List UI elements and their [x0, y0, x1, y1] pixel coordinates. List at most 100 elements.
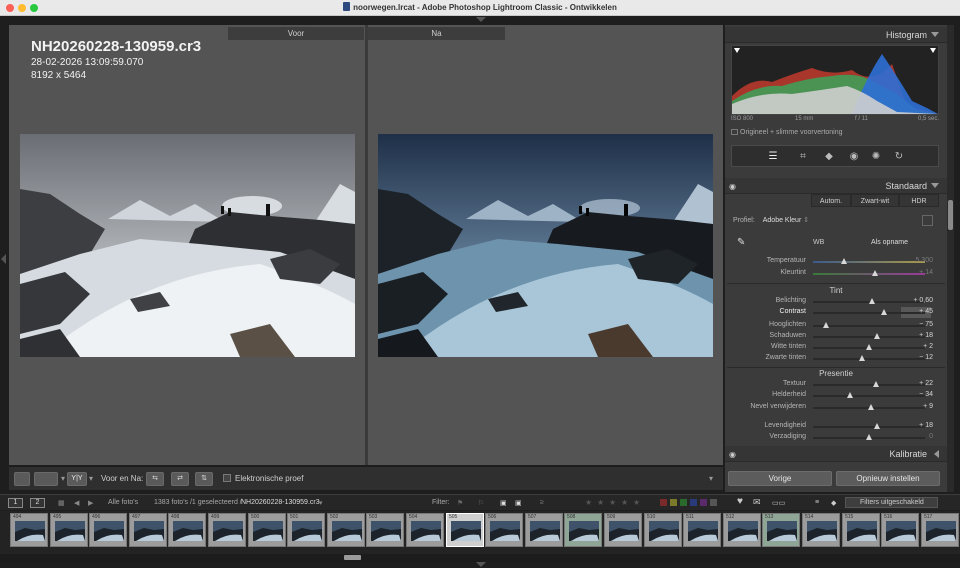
- filmstrip-thumbnail[interactable]: 507: [525, 513, 563, 547]
- filter-preset-select[interactable]: Filters uitgeschakeld: [845, 497, 938, 508]
- shadows-slider[interactable]: [813, 333, 925, 339]
- right-panel-scrollbar[interactable]: [947, 25, 954, 492]
- tint-knob[interactable]: [871, 270, 878, 276]
- filmstrip-thumbnail[interactable]: 500: [248, 513, 286, 547]
- filmstrip-scrollbar[interactable]: [0, 554, 960, 562]
- softproof-checkbox[interactable]: [223, 474, 231, 482]
- filmstrip-thumbnail[interactable]: 513: [762, 513, 800, 547]
- saturation-knob[interactable]: [866, 434, 872, 440]
- blacks-knob[interactable]: [859, 355, 866, 361]
- current-filename-label[interactable]: NH20260228-130959.cr3: [241, 499, 320, 506]
- comment-icon[interactable]: ✉: [753, 497, 761, 508]
- loupe-view-button[interactable]: [14, 472, 30, 486]
- rating-star-icon[interactable]: ★: [597, 498, 604, 507]
- rating-star-icon[interactable]: ★: [609, 498, 616, 507]
- source-label[interactable]: Alle foto's: [108, 499, 138, 506]
- blacks-value[interactable]: − 12: [919, 354, 933, 361]
- filmstrip-thumbnail[interactable]: 499: [208, 513, 246, 547]
- filmstrip-thumbnail[interactable]: 504: [406, 513, 444, 547]
- masking-icon[interactable]: ✺: [869, 150, 883, 164]
- grid-view-icon[interactable]: ▦: [58, 499, 65, 507]
- filmstrip-thumbnail[interactable]: 494: [10, 513, 48, 547]
- crop-icon[interactable]: ⌗: [796, 150, 810, 164]
- collapse-histogram-icon[interactable]: [931, 32, 939, 37]
- black-white-button[interactable]: Zwart-wit: [851, 194, 899, 207]
- filmstrip-thumbnail[interactable]: 498: [168, 513, 206, 547]
- filmstrip-thumbnail[interactable]: 509: [604, 513, 642, 547]
- swap-settings-button[interactable]: ⇅: [195, 472, 213, 486]
- auto-button[interactable]: Autom.: [811, 194, 851, 207]
- color-label-purple-icon[interactable]: [700, 499, 707, 506]
- filmstrip-thumbnail[interactable]: 497: [129, 513, 167, 547]
- second-screen-button[interactable]: 2: [30, 498, 45, 508]
- wb-select[interactable]: Als opname: [871, 239, 908, 246]
- filmstrip-thumbnail[interactable]: 503: [366, 513, 404, 547]
- highlights-value[interactable]: − 75: [919, 321, 933, 328]
- copy-after-to-before-button[interactable]: ⇄: [171, 472, 189, 486]
- previous-button[interactable]: Vorige: [728, 471, 832, 486]
- right-panel-scroll-thumb[interactable]: [948, 200, 953, 230]
- histogram-graph[interactable]: [731, 45, 939, 115]
- filmstrip-thumbnail[interactable]: 517: [921, 513, 959, 547]
- before-after-mode-chevron-icon[interactable]: ▾: [61, 474, 65, 483]
- tint-value[interactable]: + 14: [919, 269, 933, 276]
- profile-select[interactable]: Adobe Kleur: [763, 217, 802, 224]
- rating-operator-icon[interactable]: ≥: [540, 499, 544, 506]
- texture-value[interactable]: + 22: [919, 380, 933, 387]
- basic-visibility-eye-icon[interactable]: ◉: [729, 182, 736, 191]
- texture-slider[interactable]: [813, 381, 925, 387]
- vibrance-slider[interactable]: [813, 423, 925, 429]
- blacks-slider[interactable]: [813, 355, 925, 361]
- exposure-value[interactable]: + 0,60: [913, 297, 933, 304]
- contrast-knob[interactable]: [880, 309, 887, 315]
- dehaze-value[interactable]: + 9: [923, 403, 933, 410]
- texture-knob[interactable]: [872, 381, 879, 387]
- dehaze-slider[interactable]: [813, 404, 925, 410]
- stack-icon[interactable]: ≡: [815, 499, 819, 506]
- rating-star-icon[interactable]: ★: [621, 498, 628, 507]
- temperature-value[interactable]: 5.300: [915, 257, 933, 264]
- virtual-copy-filter-icon[interactable]: ▣: [500, 499, 507, 507]
- filmstrip-thumbnail[interactable]: 514: [802, 513, 840, 547]
- filmstrip-thumbnail[interactable]: 511: [683, 513, 721, 547]
- whites-value[interactable]: + 2: [923, 343, 933, 350]
- clarity-slider[interactable]: [813, 392, 925, 398]
- color-label-none-icon[interactable]: [710, 499, 717, 506]
- red-eye-icon[interactable]: ◉: [847, 150, 861, 164]
- edit-sliders-icon[interactable]: ☰: [766, 150, 780, 164]
- color-label-green-icon[interactable]: [680, 499, 687, 506]
- reset-button[interactable]: Opnieuw instellen: [836, 471, 940, 486]
- collapse-filmstrip-icon[interactable]: [476, 562, 486, 567]
- saturation-value[interactable]: 0: [929, 433, 933, 440]
- color-label-red-icon[interactable]: [660, 499, 667, 506]
- before-after-layout-button[interactable]: Y|Y: [67, 472, 87, 486]
- shadows-value[interactable]: + 18: [919, 332, 933, 339]
- before-photo[interactable]: [20, 134, 355, 357]
- presets-icon[interactable]: ↻: [892, 150, 906, 164]
- saturation-slider[interactable]: [813, 434, 925, 440]
- filmstrip-thumbnail[interactable]: 515: [842, 513, 880, 547]
- filmstrip-thumbnail[interactable]: 505: [446, 513, 484, 547]
- tint-slider[interactable]: [813, 270, 925, 276]
- basic-header[interactable]: ◉ Standaard: [725, 178, 947, 194]
- filename-chevron-icon[interactable]: ▾: [319, 499, 323, 507]
- rating-star-icon[interactable]: ★: [633, 498, 640, 507]
- color-label-yellow-icon[interactable]: [670, 499, 677, 506]
- hdr-button[interactable]: HDR: [899, 194, 939, 207]
- contrast-slider[interactable]: [813, 309, 925, 315]
- toolbar-options-chevron-icon[interactable]: ▾: [709, 474, 713, 483]
- reject-filter-icon[interactable]: ⚐: [478, 499, 484, 507]
- layout-chevron-icon[interactable]: ▾: [89, 474, 93, 483]
- highlights-knob[interactable]: [823, 322, 830, 328]
- filmstrip-thumbnail[interactable]: 508: [564, 513, 602, 547]
- color-label-blue-icon[interactable]: [690, 499, 697, 506]
- vibrance-knob[interactable]: [873, 423, 880, 429]
- filmstrip-thumbnail[interactable]: 512: [723, 513, 761, 547]
- profile-browser-grid-icon[interactable]: [922, 215, 933, 226]
- collapse-top-panel-icon[interactable]: [476, 17, 486, 22]
- filmstrip-thumbnail[interactable]: 510: [644, 513, 682, 547]
- favorite-heart-icon[interactable]: ♥: [737, 496, 743, 507]
- filmstrip-scroll-thumb[interactable]: [344, 555, 361, 560]
- clarity-knob[interactable]: [846, 392, 853, 398]
- highlights-slider[interactable]: [813, 322, 925, 328]
